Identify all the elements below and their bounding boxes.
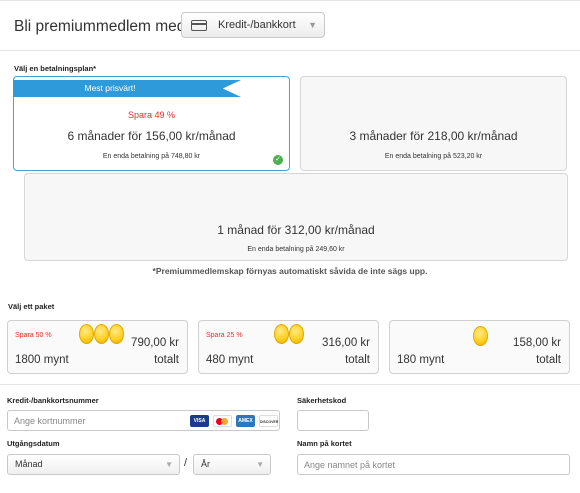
- coin-icon: [109, 324, 124, 344]
- card-name-placeholder: Ange namnet på kortet: [304, 460, 396, 470]
- card-name-label: Namn på kortet: [297, 439, 352, 448]
- package-total-label: totalt: [345, 354, 370, 366]
- coin-icon: [473, 326, 488, 346]
- selected-check-icon: ✓: [273, 155, 283, 165]
- top-divider: [0, 0, 580, 1]
- plan-option-6-months[interactable]: Mest prisvärt! Spara 49 % 6 månader för …: [13, 76, 290, 171]
- plan-total-label: En enda betalning på 249,60 kr: [247, 246, 345, 253]
- plan-price-label: 1 månad för 312,00 kr/månad: [217, 223, 375, 237]
- package-price-label: 158,00 kr: [513, 337, 561, 349]
- coin-icon: [79, 324, 94, 344]
- expiry-label: Utgångsdatum: [7, 439, 60, 448]
- security-code-label: Säkerhetskod: [297, 396, 347, 405]
- card-name-input[interactable]: Ange namnet på kortet: [297, 454, 570, 475]
- expiry-separator: /: [184, 457, 188, 469]
- visa-logo-icon: VISA: [190, 415, 209, 427]
- plan-save-label: Spara 49 %: [127, 110, 176, 120]
- security-code-input[interactable]: [297, 410, 369, 431]
- packages-section-label: Välj ett paket: [8, 302, 55, 311]
- package-coins-label: 1800 mynt: [15, 354, 69, 366]
- page-title: Bli premiummedlem med: [14, 18, 186, 35]
- chevron-down-icon: ▼: [256, 460, 264, 469]
- expiry-month-select[interactable]: Månad ▼: [7, 454, 180, 475]
- chevron-down-icon: ▼: [165, 460, 173, 469]
- plan-price-label: 6 månader för 156,00 kr/månad: [67, 129, 236, 143]
- package-save-label: Spara 25 %: [206, 332, 243, 339]
- credit-card-icon: [191, 20, 207, 31]
- package-option-1800[interactable]: Spara 50 % 1800 mynt 790,00 kr totalt: [7, 320, 188, 374]
- package-price-label: 790,00 kr: [131, 337, 179, 349]
- mastercard-logo-icon: [213, 415, 232, 427]
- plans-section-label: Välj en betalningsplan*: [14, 64, 97, 73]
- best-value-badge: Mest prisvärt!: [13, 80, 241, 97]
- package-total-label: totalt: [536, 354, 561, 366]
- amex-logo-icon: AMEX: [236, 415, 255, 427]
- card-number-label: Kredit-/bankkortsnummer: [7, 396, 99, 405]
- card-number-input[interactable]: Ange kortnummer VISA AMEX DISCOVER: [7, 410, 280, 431]
- expiry-month-value: Månad: [15, 459, 43, 469]
- plan-option-1-month[interactable]: 1 månad för 312,00 kr/månad En enda beta…: [24, 173, 568, 261]
- chevron-down-icon: ▼: [308, 20, 317, 30]
- card-number-placeholder: Ange kortnummer: [14, 416, 86, 426]
- divider: [0, 50, 580, 51]
- plan-price-label: 3 månader för 218,00 kr/månad: [349, 129, 518, 143]
- package-option-180[interactable]: 180 mynt 158,00 kr totalt: [389, 320, 570, 374]
- package-coins-label: 480 mynt: [206, 354, 254, 366]
- payment-method-select[interactable]: Kredit-/bankkort ▼: [181, 12, 325, 38]
- divider: [0, 384, 580, 385]
- renewal-note: *Premiummedlemskap förnyas automatiskt s…: [152, 266, 428, 276]
- package-save-label: Spara 50 %: [15, 332, 52, 339]
- payment-method-label: Kredit-/bankkort: [218, 19, 296, 31]
- coin-icon: [289, 324, 304, 344]
- plan-option-3-months[interactable]: 3 månader för 218,00 kr/månad En enda be…: [300, 76, 567, 171]
- package-total-label: totalt: [154, 354, 179, 366]
- expiry-year-select[interactable]: År ▼: [193, 454, 271, 475]
- plan-total-label: En enda betalning på 748,80 kr: [102, 153, 201, 160]
- expiry-year-value: År: [201, 459, 210, 469]
- package-option-480[interactable]: Spara 25 % 480 mynt 316,00 kr totalt: [198, 320, 379, 374]
- coin-icon: [274, 324, 289, 344]
- plan-total-label: En enda betalning på 523,20 kr: [384, 153, 483, 160]
- coin-icon: [94, 324, 109, 344]
- discover-logo-icon: DISCOVER: [259, 415, 278, 427]
- package-price-label: 316,00 kr: [322, 337, 370, 349]
- package-coins-label: 180 mynt: [397, 354, 445, 366]
